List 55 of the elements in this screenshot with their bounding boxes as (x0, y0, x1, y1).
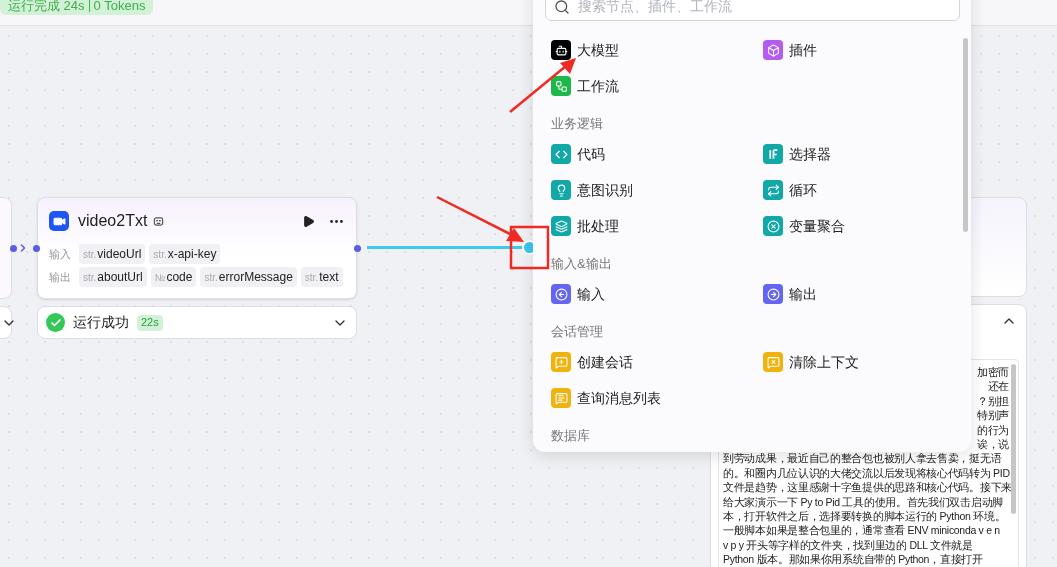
menu-item[interactable]: 输入 (551, 276, 763, 312)
menu-item[interactable]: 选择器 (763, 136, 963, 172)
parameter-tag: str.text (300, 267, 343, 287)
status-card[interactable]: 运行成功 22s (37, 306, 357, 339)
search-field[interactable]: 搜索节点、插件、工作流 (545, 0, 960, 21)
output-text-line: 诶，说 (975, 437, 1009, 452)
output-text-line: v p y 开头等字样的文件夹，找到里边的 DLL 文件就是 (723, 537, 974, 553)
highlight-frame (509, 225, 550, 270)
menu-item[interactable]: 创建会话 (551, 344, 763, 380)
output-text-line: 加密而 (975, 365, 1009, 380)
output-text-line: 的。和圈内几位认识的大佬交流以后发现将核心代码转为 PID (723, 465, 1009, 481)
menu-item[interactable]: 循环 (763, 172, 963, 208)
output-text-line: 本，打开软件之后，选择要转换的脚本运行的 Python 环境。 (723, 509, 1007, 524)
node-card[interactable]: video2Txt 输入 str.videoUrl str.x-api-key 输出 str.aboutUrl №code str.errorMessage str.text (37, 197, 357, 299)
menu-item[interactable]: 代码 (551, 136, 763, 172)
section-title: 会话管理 (551, 324, 604, 340)
node-title: video2Txt (78, 211, 148, 231)
output-text-line: 还在 (986, 379, 1009, 394)
menu-item[interactable]: 清除上下文 (763, 344, 963, 380)
parameter-tag: str.errorMessage (200, 267, 297, 287)
output-text-line: 给大家演示一下 Py to Pid 工具的使用。首先我们双击启动脚 (723, 494, 1004, 510)
parameter-tag: str.aboutUrl (79, 267, 147, 287)
menu-item[interactable]: 工作流 (551, 68, 763, 104)
annotation-arrow (509, 58, 576, 113)
parameter-tag: str.x-api-key (149, 244, 221, 264)
search-icon (554, 0, 570, 15)
section-title: 输入&输出 (551, 256, 613, 272)
scrollbar[interactable] (963, 38, 968, 232)
row-label: 输出 (49, 269, 72, 285)
section-title: 业务逻辑 (551, 116, 604, 132)
output-text-line: 的行为 (975, 422, 1009, 438)
row-label: 输入 (49, 246, 72, 262)
output-text-line: 文件是趋势，这里感谢十字鱼提供的思路和核心代码。接下来 (723, 480, 1009, 495)
output-text-line: 到劳动成果，最近自己的整合包也被别人拿去售卖，挺无语 (723, 451, 1003, 466)
menu-item[interactable]: 变量聚合 (763, 208, 963, 244)
menu-item[interactable]: 查询消息列表 (551, 380, 763, 416)
run-icon[interactable] (302, 214, 315, 228)
output-text-line: ？别担 (975, 393, 1009, 409)
menu-item[interactable]: 大模型 (551, 32, 763, 68)
output-text-line: 特别声 (975, 408, 1009, 423)
video-icon (49, 211, 69, 231)
token-count-text: 0 Tokens (93, 0, 146, 15)
menu-item[interactable]: 输出 (763, 276, 963, 312)
duration-badge: 22s (137, 314, 163, 331)
scrollbar[interactable] (1011, 364, 1016, 514)
status-text: 运行成功 (73, 313, 129, 332)
menu-item[interactable]: 插件 (763, 32, 963, 68)
section-title: 数据库 (551, 428, 591, 444)
menu-item[interactable]: 意图识别 (551, 172, 763, 208)
output-text-line: 一般脚本如果是整合包里的，通常查看 ENV miniconda v e n (723, 523, 1001, 538)
search-input[interactable]: 搜索节点、插件、工作流 (578, 0, 951, 17)
parameter-tag: №code (150, 267, 197, 287)
parameter-tag: str.videoUrl (79, 244, 146, 264)
output-text-line: Python 版本。那如果你用系统自带的 Python，直接打开 (723, 552, 984, 567)
menu-item[interactable]: 批处理 (551, 208, 763, 244)
